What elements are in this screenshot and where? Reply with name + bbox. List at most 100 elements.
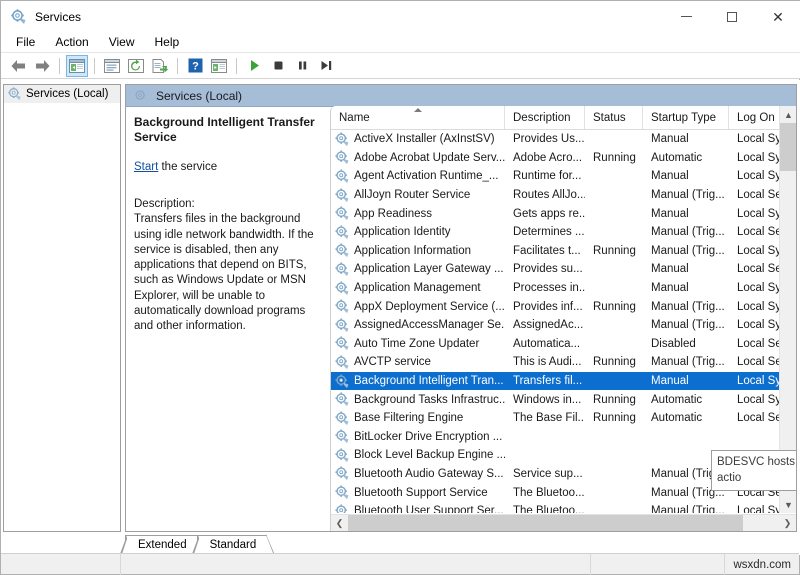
service-gear-icon xyxy=(335,466,350,481)
cell-description: Service sup... xyxy=(505,468,585,480)
service-name: AVCTP service xyxy=(354,356,431,368)
cell-status: Running xyxy=(585,412,643,424)
tab-extended[interactable]: Extended xyxy=(125,535,198,553)
maximize-button[interactable] xyxy=(709,1,755,32)
table-row[interactable]: Auto Time Zone UpdaterAutomatica...Disab… xyxy=(331,335,796,354)
column-header-description[interactable]: Description xyxy=(505,106,585,129)
cell-description: Transfers fil... xyxy=(505,375,585,387)
properties-icon[interactable] xyxy=(101,55,123,77)
cell-name: Bluetooth Support Service xyxy=(331,485,505,500)
table-row[interactable]: Application Layer Gateway ...Provides su… xyxy=(331,260,796,279)
scroll-right-icon[interactable]: ❯ xyxy=(779,515,796,532)
column-header-label: Startup Type xyxy=(651,112,716,124)
cell-name: Bluetooth Audio Gateway S... xyxy=(331,466,505,481)
cell-name: AppX Deployment Service (... xyxy=(331,299,505,314)
forward-icon[interactable] xyxy=(31,55,53,77)
tree-item-services-local[interactable]: Services (Local) xyxy=(4,85,120,103)
start-service-link[interactable]: Start xyxy=(134,161,158,173)
menu-view[interactable]: View xyxy=(100,33,144,51)
restart-service-icon[interactable] xyxy=(315,55,337,77)
pause-service-icon[interactable] xyxy=(291,55,313,77)
table-row[interactable]: Application InformationFacilitates t...R… xyxy=(331,242,796,261)
tree-item-label: Services (Local) xyxy=(26,88,108,100)
table-row[interactable]: Background Intelligent Tran...Transfers … xyxy=(331,372,796,391)
minimize-button[interactable] xyxy=(663,1,709,32)
console-tree-pane: Services (Local) xyxy=(3,84,121,532)
svg-text:?: ? xyxy=(192,61,199,73)
scroll-down-icon[interactable]: ▼ xyxy=(780,496,796,513)
horizontal-scrollbar-track[interactable] xyxy=(348,515,779,532)
table-row[interactable]: ActiveX Installer (AxInstSV)Provides Us.… xyxy=(331,130,796,149)
detail-pane: Services (Local) Background Intelligent … xyxy=(125,84,797,532)
menu-help[interactable]: Help xyxy=(146,33,189,51)
table-row[interactable]: AllJoyn Router ServiceRoutes AllJo...Man… xyxy=(331,186,796,205)
service-gear-icon xyxy=(335,392,350,407)
cell-name: Bluetooth User Support Ser... xyxy=(331,504,505,513)
table-row[interactable]: Base Filtering EngineThe Base Fil...Runn… xyxy=(331,409,796,428)
service-name: Bluetooth Audio Gateway S... xyxy=(354,468,504,480)
show-action-pane-icon[interactable] xyxy=(208,55,230,77)
service-name: Block Level Backup Engine ... xyxy=(354,449,505,461)
service-gear-icon xyxy=(335,299,350,314)
close-button[interactable]: ✕ xyxy=(755,1,800,32)
minimize-icon xyxy=(681,16,692,17)
cell-startup-type: Manual (Trig... xyxy=(643,189,729,201)
vertical-scrollbar-thumb[interactable] xyxy=(780,123,796,171)
service-name: Adobe Acrobat Update Serv... xyxy=(354,152,505,164)
service-gear-icon xyxy=(335,318,350,333)
tab-strip-end xyxy=(266,535,276,553)
menu-file[interactable]: File xyxy=(7,33,44,51)
column-header-status[interactable]: Status xyxy=(585,106,643,129)
show-hide-console-tree-icon[interactable] xyxy=(66,55,88,77)
watermark: wsxdn.com xyxy=(724,554,799,575)
column-header-name[interactable]: Name xyxy=(331,106,505,129)
table-row[interactable]: Agent Activation Runtime_...Runtime for.… xyxy=(331,167,796,186)
table-row[interactable]: App ReadinessGets apps re...ManualLocal … xyxy=(331,204,796,223)
table-row[interactable]: AssignedAccessManager Se...AssignedAc...… xyxy=(331,316,796,335)
cell-startup-type: Manual (Trig... xyxy=(643,319,729,331)
refresh-icon[interactable] xyxy=(125,55,147,77)
cell-startup-type: Automatic xyxy=(643,412,729,424)
menu-bar: File Action View Help xyxy=(1,32,800,53)
table-row[interactable]: Application ManagementProcesses in...Man… xyxy=(331,279,796,298)
stop-service-icon[interactable] xyxy=(267,55,289,77)
service-gear-icon xyxy=(335,411,350,426)
cell-startup-type: Manual xyxy=(643,375,729,387)
close-icon: ✕ xyxy=(772,10,784,24)
table-row[interactable]: AVCTP serviceThis is Audi...RunningManua… xyxy=(331,353,796,372)
export-list-icon[interactable] xyxy=(149,55,171,77)
cell-startup-type: Disabled xyxy=(643,338,729,350)
column-header-startup-type[interactable]: Startup Type xyxy=(643,106,729,129)
cell-status: Running xyxy=(585,356,643,368)
menu-action[interactable]: Action xyxy=(46,33,97,51)
back-icon[interactable] xyxy=(7,55,29,77)
service-gear-icon xyxy=(335,150,350,165)
table-row[interactable]: AppX Deployment Service (...Provides inf… xyxy=(331,297,796,316)
table-row[interactable]: Background Tasks Infrastruc...Windows in… xyxy=(331,390,796,409)
tab-label: Standard xyxy=(210,539,257,551)
table-row[interactable]: Bluetooth User Support Ser...The Bluetoo… xyxy=(331,502,796,513)
start-service-icon[interactable] xyxy=(243,55,265,77)
cell-description: Provides Us... xyxy=(505,133,585,145)
scroll-left-icon[interactable]: ❮ xyxy=(331,515,348,532)
scroll-up-icon[interactable]: ▲ xyxy=(780,106,796,123)
cell-startup-type: Manual xyxy=(643,263,729,275)
cell-name: BitLocker Drive Encryption ... xyxy=(331,429,505,444)
column-header-label: Log On xyxy=(737,112,775,124)
cell-startup-type: Manual xyxy=(643,208,729,220)
tab-standard[interactable]: Standard xyxy=(197,535,268,553)
cell-description: Windows in... xyxy=(505,394,585,406)
column-header-label: Description xyxy=(513,112,571,124)
horizontal-scrollbar-thumb[interactable] xyxy=(348,515,743,532)
service-name: Bluetooth User Support Ser... xyxy=(354,505,504,513)
pane-header-label: Services (Local) xyxy=(156,89,242,103)
table-row[interactable]: BitLocker Drive Encryption ... xyxy=(331,428,796,447)
list-horizontal-scrollbar[interactable]: ❮ ❯ xyxy=(331,514,796,531)
service-gear-icon xyxy=(335,448,350,463)
cell-name: AVCTP service xyxy=(331,355,505,370)
cell-status: Running xyxy=(585,301,643,313)
table-row[interactable]: Application IdentityDetermines ...Manual… xyxy=(331,223,796,242)
maximize-icon xyxy=(727,12,737,22)
table-row[interactable]: Adobe Acrobat Update Serv...Adobe Acro..… xyxy=(331,149,796,168)
help-icon[interactable]: ? xyxy=(184,55,206,77)
